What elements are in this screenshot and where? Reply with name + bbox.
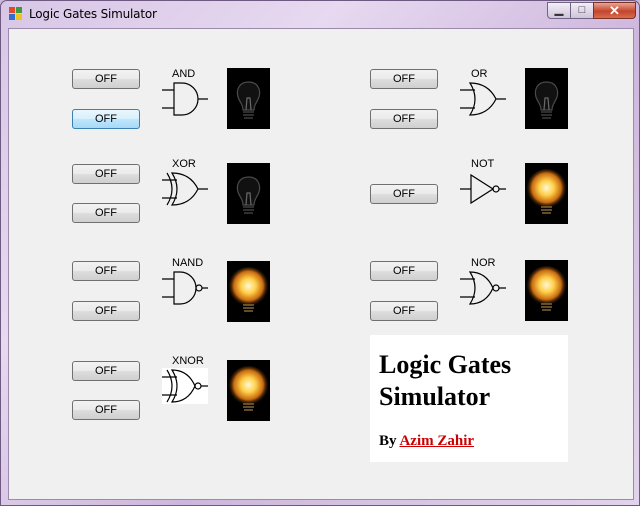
and-input-b-button[interactable]: OFF: [72, 109, 140, 129]
xnor-input-a-button[interactable]: OFF: [72, 361, 140, 381]
client-area: OFF OFF AND OFF OFF OR OFF OFF XOR OFF N: [8, 28, 634, 500]
nand-output-bulb-on: [227, 261, 270, 322]
nand-gate-label: NAND: [172, 257, 204, 269]
credit-heading: Logic Gates Simulator: [379, 350, 512, 411]
author-link[interactable]: Azim Zahir: [399, 433, 474, 449]
and-gate-icon: [162, 81, 208, 117]
app-icon: [9, 7, 23, 21]
xor-gate-icon: [162, 171, 208, 207]
close-icon: ✕: [609, 3, 620, 18]
by-label: By: [379, 433, 397, 449]
nand-input-a-button[interactable]: OFF: [72, 261, 140, 281]
or-gate-label: OR: [471, 68, 488, 80]
xor-gate-label: XOR: [172, 158, 196, 170]
maximize-button[interactable]: □: [570, 2, 594, 19]
nand-gate-icon: [162, 270, 208, 306]
nor-output-bulb-on: [525, 260, 568, 321]
nor-gate-label: NOR: [471, 257, 496, 269]
minimize-button[interactable]: ▁: [547, 2, 571, 19]
not-gate-label: NOT: [471, 158, 495, 170]
and-gate-label: AND: [172, 68, 196, 80]
nor-input-a-button[interactable]: OFF: [370, 261, 438, 281]
or-output-bulb-off: [525, 68, 568, 129]
and-output-bulb-off: [227, 68, 270, 129]
and-input-a-button[interactable]: OFF: [72, 69, 140, 89]
or-input-b-button[interactable]: OFF: [370, 109, 438, 129]
or-input-a-button[interactable]: OFF: [370, 69, 438, 89]
nor-gate-icon: [460, 270, 506, 306]
xnor-output-bulb-on: [227, 360, 270, 421]
credit-byline: By Azim Zahir: [379, 433, 474, 450]
or-gate-icon: [460, 81, 506, 117]
minimize-icon: ▁: [554, 4, 564, 16]
window-title: Logic Gates Simulator: [29, 7, 157, 21]
xnor-gate-icon: [162, 368, 208, 404]
nor-input-b-button[interactable]: OFF: [370, 301, 438, 321]
close-button[interactable]: ✕: [593, 2, 636, 19]
xor-input-b-button[interactable]: OFF: [72, 203, 140, 223]
app-window: Logic Gates Simulator ▁ □ ✕ OFF OFF AND …: [0, 0, 640, 506]
nand-input-b-button[interactable]: OFF: [72, 301, 140, 321]
not-input-button[interactable]: OFF: [370, 184, 438, 204]
xnor-input-b-button[interactable]: OFF: [72, 400, 140, 420]
xor-input-a-button[interactable]: OFF: [72, 164, 140, 184]
title-bar[interactable]: Logic Gates Simulator ▁ □ ✕: [1, 1, 639, 27]
xor-output-bulb-off: [227, 163, 270, 224]
credit-panel: Logic Gates Simulator By Azim Zahir: [370, 335, 568, 462]
not-output-bulb-on: [525, 163, 568, 224]
maximize-icon: □: [578, 4, 586, 16]
not-gate-icon: [460, 171, 506, 207]
xnor-gate-label: XNOR: [172, 355, 204, 367]
